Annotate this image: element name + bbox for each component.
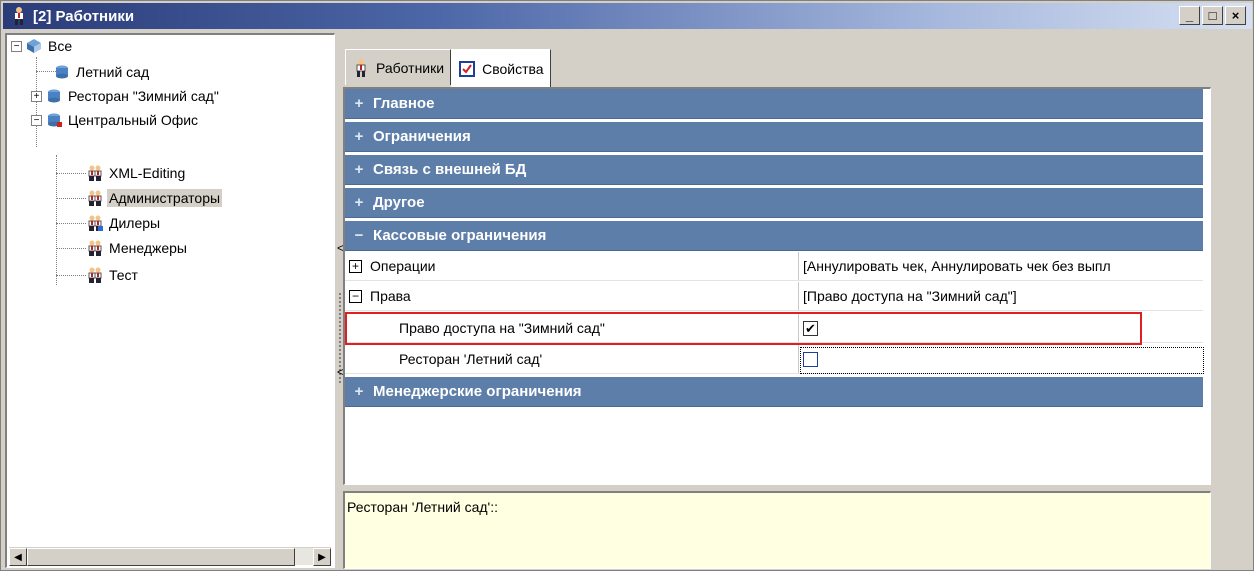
tree-node-group[interactable]: Менеджеры bbox=[87, 237, 189, 259]
category-external-db[interactable]: + Связь с внешней БД bbox=[345, 155, 1203, 185]
maximize-button[interactable]: □ bbox=[1202, 6, 1223, 25]
category-label: Кассовые ограничения bbox=[373, 227, 547, 244]
winter-garden-access-checkbox[interactable]: ✔ bbox=[803, 320, 818, 336]
tree-node-all[interactable]: − Все bbox=[11, 35, 74, 57]
tree-node-group[interactable]: XML-Editing bbox=[87, 162, 187, 184]
property-name: Право доступа на "Зимний сад" bbox=[399, 320, 605, 336]
expand-icon[interactable]: + bbox=[345, 95, 373, 112]
category-label: Связь с внешней БД bbox=[373, 161, 527, 178]
tree-label-group: Тест bbox=[109, 267, 138, 283]
category-main[interactable]: + Главное bbox=[345, 89, 1203, 119]
property-value[interactable]: [Аннулировать чек, Аннулировать чек без … bbox=[799, 252, 1203, 280]
scroll-left-button[interactable]: ◀ bbox=[9, 548, 27, 566]
tab-workers[interactable]: Работники bbox=[345, 49, 452, 85]
tab-properties-label: Свойства bbox=[482, 60, 544, 77]
property-row-rights[interactable]: − Права [Право доступа на "Зимний сад"] bbox=[345, 282, 1203, 311]
collapse-icon[interactable]: − bbox=[349, 289, 362, 303]
user-group-icon bbox=[88, 267, 102, 283]
collapse-icon[interactable]: − bbox=[345, 227, 373, 244]
minimize-button[interactable]: _ bbox=[1179, 6, 1200, 25]
tree-label-winter-garden: Ресторан "Зимний сад" bbox=[68, 88, 219, 104]
user-group-icon bbox=[88, 190, 102, 206]
category-label: Главное bbox=[373, 95, 435, 112]
property-name: Операции bbox=[370, 258, 436, 274]
tree-label-all: Все bbox=[48, 38, 73, 54]
property-grid[interactable]: + Главное + Ограничения + Связь с внешне… bbox=[343, 87, 1211, 485]
user-group-icon bbox=[88, 215, 103, 231]
person-icon bbox=[9, 6, 29, 26]
scroll-right-button[interactable]: ▶ bbox=[313, 548, 331, 566]
tree-label-group-selected: Администраторы bbox=[107, 189, 223, 207]
scroll-thumb[interactable] bbox=[27, 548, 295, 566]
property-description-text: Ресторан 'Летний сад':: bbox=[347, 499, 499, 515]
tree-label-central-office: Центральный Офис bbox=[68, 112, 199, 128]
tab-workers-label: Работники bbox=[376, 59, 445, 76]
expand-icon[interactable]: + bbox=[345, 383, 373, 400]
database-icon bbox=[48, 113, 62, 127]
category-label: Другое bbox=[373, 194, 425, 211]
category-other[interactable]: + Другое bbox=[345, 188, 1203, 218]
window-title: [2] Работники bbox=[33, 7, 135, 25]
category-cash-limits[interactable]: − Кассовые ограничения bbox=[345, 221, 1203, 251]
category-label: Ограничения bbox=[373, 128, 471, 145]
property-name: Ресторан 'Летний сад' bbox=[399, 351, 543, 367]
property-name: Права bbox=[370, 288, 411, 304]
property-row-winter-garden-access[interactable]: Право доступа на "Зимний сад" ✔ bbox=[345, 314, 1203, 343]
tree-label-group: Менеджеры bbox=[109, 240, 187, 256]
tree-panel[interactable]: − Все Летний сад + Ресторан "Зимний сад"… bbox=[5, 33, 335, 568]
database-icon bbox=[56, 65, 68, 79]
tree-node-summer-garden[interactable]: Летний сад bbox=[54, 61, 151, 83]
category-label: Менеджерские ограничения bbox=[373, 383, 582, 400]
close-button[interactable]: × bbox=[1225, 6, 1246, 25]
properties-checkbox-icon bbox=[458, 60, 476, 78]
collapse-icon[interactable]: − bbox=[31, 114, 42, 126]
tab-strip: Работники Свойства bbox=[345, 49, 551, 87]
tab-properties[interactable]: Свойства bbox=[451, 49, 551, 87]
network-icon bbox=[27, 39, 41, 53]
tree-label-summer-garden: Летний сад bbox=[76, 64, 150, 80]
tree-label-group: Дилеры bbox=[109, 215, 161, 231]
tree-node-central-office[interactable]: − Центральный Офис bbox=[31, 109, 200, 131]
tree-node-group[interactable]: Дилеры bbox=[87, 212, 162, 234]
tree-node-winter-garden[interactable]: + Ресторан "Зимний сад" bbox=[31, 85, 221, 107]
tree-horizontal-scrollbar[interactable]: ◀ ▶ bbox=[9, 547, 331, 566]
database-icon bbox=[48, 89, 60, 103]
expand-icon[interactable]: + bbox=[345, 194, 373, 211]
collapse-icon[interactable]: − bbox=[11, 40, 22, 52]
category-manager-limits[interactable]: + Менеджерские ограничения bbox=[345, 377, 1203, 407]
title-bar[interactable]: [2] Работники _ □ × bbox=[3, 3, 1252, 29]
property-value[interactable]: [Право доступа на "Зимний сад"] bbox=[799, 282, 1203, 310]
workers-window: [2] Работники _ □ × − Все Летний сад + Р… bbox=[0, 0, 1254, 571]
tree-node-group[interactable]: Администраторы bbox=[87, 187, 223, 209]
user-group-icon bbox=[88, 240, 102, 256]
summer-garden-checkbox[interactable] bbox=[803, 351, 818, 367]
property-description-panel: Ресторан 'Летний сад':: bbox=[343, 491, 1211, 569]
expand-icon[interactable]: + bbox=[349, 259, 362, 273]
user-group-icon bbox=[88, 165, 102, 181]
expand-icon[interactable]: + bbox=[31, 90, 42, 102]
expand-icon[interactable]: + bbox=[345, 161, 373, 178]
tree-label-group: XML-Editing bbox=[109, 165, 186, 181]
person-icon bbox=[352, 58, 370, 77]
category-limits[interactable]: + Ограничения bbox=[345, 122, 1203, 152]
property-row-operations[interactable]: + Операции [Аннулировать чек, Аннулирова… bbox=[345, 252, 1203, 281]
property-row-summer-garden[interactable]: Ресторан 'Летний сад' bbox=[345, 345, 1203, 374]
expand-icon[interactable]: + bbox=[345, 128, 373, 145]
tree-node-group[interactable]: Тест bbox=[87, 264, 140, 286]
